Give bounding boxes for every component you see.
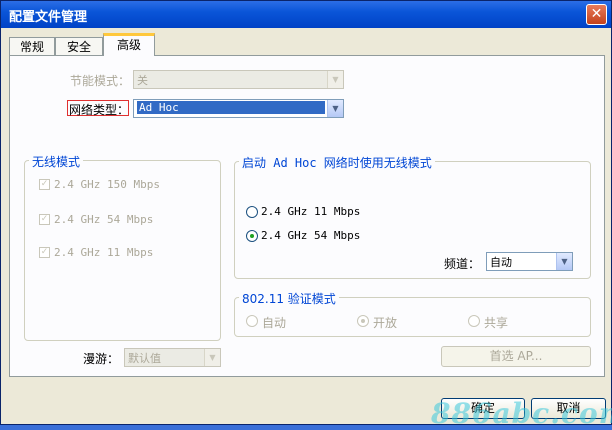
checkbox-11mbps[interactable]: ✓ [39, 247, 50, 258]
radio-selected-dot [361, 319, 365, 323]
checkbox-label: 2.4 GHz 11 Mbps [54, 246, 154, 259]
checkbox-150mbps[interactable]: ✓ [39, 179, 50, 190]
network-type-label: 网络类型： [69, 103, 130, 117]
network-type-value: Ad Hoc [137, 101, 325, 114]
adhoc-mode-legend: 启动 Ad Hoc 网络时使用无线模式 [239, 154, 435, 171]
roaming-label: 漫游： [83, 352, 120, 366]
checkbox-label: 2.4 GHz 150 Mbps [54, 178, 160, 191]
power-mode-select[interactable]: 关 ▼ [133, 70, 344, 89]
tab-security[interactable]: 安全 [55, 37, 103, 55]
radio-auth-auto[interactable] [246, 315, 258, 327]
window-title: 配置文件管理 [9, 10, 88, 25]
close-button[interactable]: ✕ [586, 4, 607, 25]
radio-auth-open[interactable] [357, 315, 369, 327]
roaming-value: 默认值 [128, 352, 161, 365]
power-mode-label: 节能模式： [70, 74, 131, 88]
radio-label: 开放 [373, 316, 398, 330]
radio-54mbps[interactable] [246, 230, 258, 242]
wireless-mode-legend: 无线模式 [29, 153, 84, 170]
preferred-ap-button[interactable]: 首选 AP... [441, 346, 591, 367]
auth-mode-legend: 802.11 验证模式 [239, 290, 339, 307]
roaming-select[interactable]: 默认值 ▼ [124, 348, 221, 367]
tab-general[interactable]: 常规 [9, 37, 55, 55]
radio-label: 2.4 GHz 54 Mbps [261, 229, 361, 242]
tab-advanced[interactable]: 高级 [103, 33, 155, 56]
watermark: 886abc.com [431, 397, 612, 430]
radio-label: 共享 [484, 316, 509, 330]
network-type-select[interactable]: Ad Hoc ▼ [133, 99, 344, 118]
channel-label: 频道： [444, 257, 481, 271]
radio-selected-dot [250, 234, 254, 238]
power-mode-value: 关 [137, 74, 148, 87]
checkbox-54mbps[interactable]: ✓ [39, 214, 50, 225]
radio-auth-shared[interactable] [468, 315, 480, 327]
chevron-down-icon: ▼ [327, 100, 343, 117]
chevron-down-icon: ▼ [327, 71, 343, 88]
radio-label: 自动 [262, 316, 287, 330]
profile-management-dialog: 配置文件管理 ✕ 常规 安全 高级 节能模式： 关 ▼ 网络类型： Ad Hoc… [0, 0, 612, 430]
radio-11mbps[interactable] [246, 206, 258, 218]
radio-label: 2.4 GHz 11 Mbps [261, 205, 361, 218]
channel-value: 自动 [490, 256, 512, 269]
title-bar[interactable]: 配置文件管理 ✕ [1, 1, 611, 28]
chevron-down-icon: ▼ [556, 253, 572, 270]
chevron-down-icon: ▼ [204, 349, 220, 366]
checkbox-label: 2.4 GHz 54 Mbps [54, 213, 154, 226]
channel-select[interactable]: 自动 ▼ [486, 252, 573, 271]
